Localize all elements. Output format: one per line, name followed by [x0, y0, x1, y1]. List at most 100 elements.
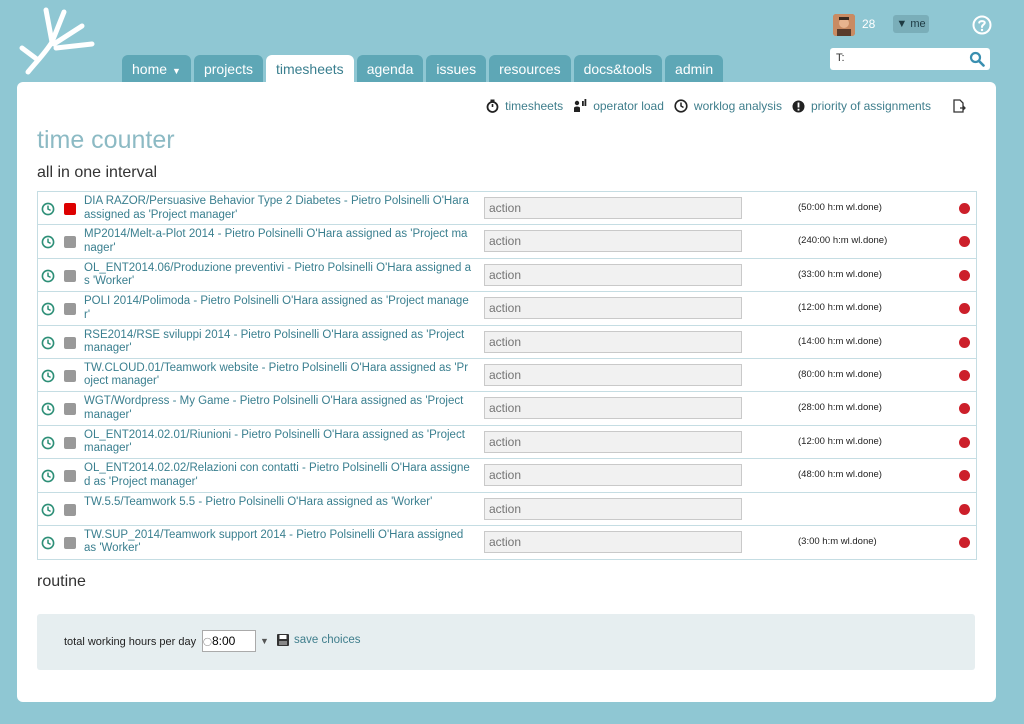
timer-toggle-button[interactable] — [64, 269, 76, 282]
toolbar-export-button[interactable] — [953, 99, 972, 113]
timer-toggle-button[interactable] — [64, 436, 76, 449]
action-input[interactable] — [484, 430, 742, 453]
worklog-done-value: (3:00 h:m wl.done) — [798, 535, 877, 547]
timer-toggle-button[interactable] — [64, 336, 76, 349]
worklog-done-value: (33:00 h:m wl.done) — [798, 268, 882, 280]
tab-projects[interactable]: projects — [193, 55, 263, 83]
main-nav: home ▼ projects timesheets agenda issues … — [122, 55, 726, 83]
table-row: DIA RAZOR/Persuasive Behavior Type 2 Dia… — [38, 192, 976, 226]
timer-toggle-button[interactable] — [64, 403, 76, 416]
stop-dot-icon[interactable] — [959, 336, 970, 348]
action-input[interactable] — [484, 263, 742, 286]
assignment-name[interactable]: WGT/Wordpress - My Game - Pietro Polsine… — [84, 395, 472, 422]
assignments-table: DIA RAZOR/Persuasive Behavior Type 2 Dia… — [37, 191, 977, 561]
tab-admin[interactable]: admin — [665, 55, 724, 83]
worklog-done-value: (80:00 h:m wl.done) — [798, 368, 882, 380]
save-choices-button[interactable]: save choices — [277, 634, 360, 646]
action-input[interactable] — [484, 397, 742, 420]
action-input[interactable] — [484, 197, 742, 219]
stop-dot-icon[interactable] — [959, 369, 970, 381]
action-input[interactable] — [484, 497, 742, 520]
stop-dot-icon[interactable] — [959, 303, 970, 315]
timer-toggle-button[interactable] — [64, 536, 76, 549]
timer-toggle-button[interactable] — [64, 236, 76, 249]
stop-dot-icon[interactable] — [959, 203, 970, 214]
assignment-name[interactable]: RSE2014/RSE sviluppi 2014 - Pietro Polsi… — [84, 329, 472, 356]
tab-timesheets[interactable]: timesheets — [265, 55, 354, 83]
help-icon[interactable] — [972, 15, 992, 35]
table-row: POLI 2014/Polimoda - Pietro Polsinelli O… — [38, 292, 976, 326]
table-row: WGT/Wordpress - My Game - Pietro Polsine… — [38, 392, 976, 426]
toolbar-priority-link[interactable]: priority of assignments — [792, 99, 931, 113]
tab-agenda[interactable]: agenda — [356, 55, 424, 83]
stop-dot-icon[interactable] — [959, 436, 970, 448]
assignment-name[interactable]: OL_ENT2014.02.01/Riunioni - Pietro Polsi… — [84, 429, 472, 456]
assignment-name[interactable]: OL_ENT2014.02.02/Relazioni con contatti … — [84, 462, 472, 489]
table-row: OL_ENT2014.02.02/Relazioni con contatti … — [38, 459, 976, 493]
clock-icon[interactable] — [41, 503, 55, 517]
stop-dot-icon[interactable] — [959, 503, 970, 515]
assignment-name[interactable]: DIA RAZOR/Persuasive Behavior Type 2 Dia… — [84, 195, 472, 222]
clock-icon[interactable] — [41, 436, 55, 450]
search-icon[interactable] — [969, 51, 985, 67]
clock-icon[interactable] — [41, 235, 55, 249]
timer-toggle-button[interactable] — [64, 203, 76, 215]
clock-icon — [674, 99, 688, 113]
toolbar-timesheets-label: timesheets — [505, 99, 564, 113]
action-input[interactable] — [484, 530, 742, 553]
toolbar-priority-label: priority of assignments — [810, 99, 931, 113]
toolbar-worklog-analysis-label: worklog analysis — [693, 99, 782, 113]
clock-icon[interactable] — [41, 202, 55, 216]
stop-dot-icon[interactable] — [959, 269, 970, 281]
stopwatch-icon — [486, 99, 499, 113]
floppy-disk-icon — [277, 634, 289, 646]
assignment-name[interactable]: OL_ENT2014.06/Produzione preventivi - Pi… — [84, 262, 472, 289]
clock-icon[interactable] — [41, 302, 55, 316]
worklog-done-value: (14:00 h:m wl.done) — [798, 335, 882, 347]
action-input[interactable] — [484, 330, 742, 353]
action-input[interactable] — [484, 464, 742, 487]
assignment-name[interactable]: TW.5.5/Teamwork 5.5 - Pietro Polsinelli … — [84, 496, 472, 510]
timer-toggle-button[interactable] — [64, 503, 76, 516]
toolbar-timesheets-link[interactable]: timesheets — [486, 99, 563, 113]
timer-toggle-button[interactable] — [64, 303, 76, 316]
worklog-done-value: (50:00 h:m wl.done) — [798, 202, 882, 213]
toolbar-operator-load-link[interactable]: operator load — [573, 99, 664, 113]
worklog-done-value: (28:00 h:m wl.done) — [798, 402, 882, 414]
stop-dot-icon[interactable] — [959, 536, 970, 548]
action-input[interactable] — [484, 363, 742, 386]
tab-docs-tools[interactable]: docs&tools — [573, 55, 663, 83]
action-input[interactable] — [484, 230, 742, 253]
user-photo-icon — [833, 14, 855, 36]
assignment-name[interactable]: POLI 2014/Polimoda - Pietro Polsinelli O… — [84, 295, 472, 322]
avatar[interactable] — [833, 14, 855, 36]
assignment-name[interactable]: TW.SUP_2014/Teamwork support 2014 - Piet… — [84, 529, 472, 556]
stop-dot-icon[interactable] — [959, 236, 970, 248]
chevron-down-icon[interactable]: ▼ — [260, 636, 269, 646]
clock-icon[interactable] — [41, 536, 55, 550]
worklog-done-value: (240:00 h:m wl.done) — [798, 235, 888, 247]
stop-dot-icon[interactable] — [959, 403, 970, 415]
user-count: 28 — [862, 17, 876, 31]
tab-resources[interactable]: resources — [489, 55, 571, 83]
user-menu-button[interactable]: ▼ me — [893, 15, 929, 33]
search-input[interactable] — [830, 48, 972, 68]
timer-toggle-button[interactable] — [64, 470, 76, 483]
timer-toggle-button[interactable] — [64, 369, 76, 382]
stop-dot-icon[interactable] — [959, 470, 970, 482]
assignment-name[interactable]: MP2014/Melt-a-Plot 2014 - Pietro Polsine… — [84, 228, 472, 255]
clock-icon[interactable] — [41, 336, 55, 350]
routine-panel: total working hours per day ◯ ▼ save cho… — [37, 614, 975, 670]
table-row: TW.5.5/Teamwork 5.5 - Pietro Polsinelli … — [38, 493, 976, 526]
clock-icon[interactable] — [41, 402, 55, 416]
tab-home[interactable]: home ▼ — [122, 55, 191, 83]
clock-icon[interactable] — [41, 469, 55, 483]
table-row: OL_ENT2014.06/Produzione preventivi - Pi… — [38, 259, 976, 293]
action-input[interactable] — [484, 297, 742, 320]
toolbar-worklog-analysis-link[interactable]: worklog analysis — [674, 99, 782, 113]
clock-icon[interactable] — [41, 269, 55, 283]
clock-icon[interactable] — [41, 369, 55, 383]
assignment-name[interactable]: TW.CLOUD.01/Teamwork website - Pietro Po… — [84, 362, 472, 389]
chevron-down-icon: ▼ — [172, 66, 181, 76]
tab-issues[interactable]: issues — [426, 55, 487, 83]
